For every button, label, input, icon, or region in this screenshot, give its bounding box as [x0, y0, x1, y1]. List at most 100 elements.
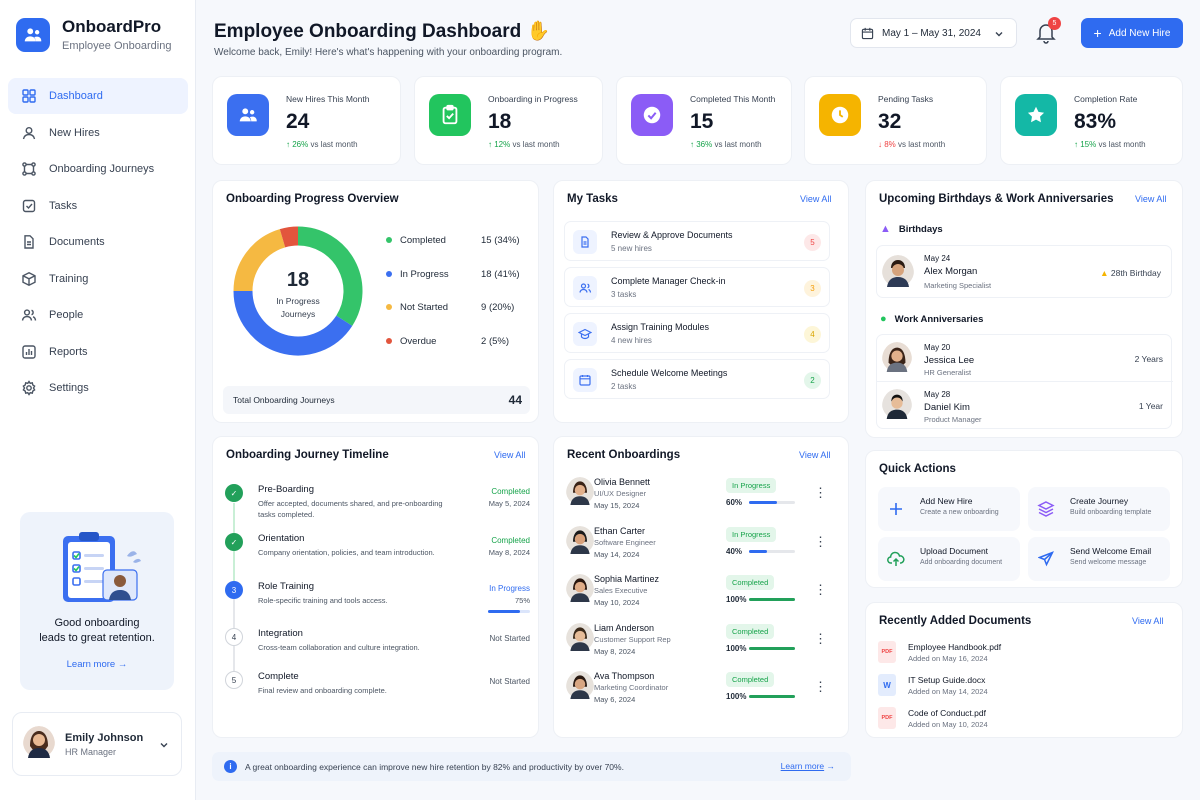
timeline-step[interactable]: 5 Complete Final review and onboarding c… [225, 671, 530, 711]
task-item[interactable]: Schedule Welcome Meetings 2 tasks 2 [564, 359, 830, 399]
quick-action-upload-document[interactable]: Upload Document Add onboarding document [878, 537, 1020, 581]
quick-action-create-journey[interactable]: Create Journey Build onboarding template [1028, 487, 1170, 531]
task-item[interactable]: Complete Manager Check-in 3 tasks 3 [564, 267, 830, 307]
task-item[interactable]: Assign Training Modules 4 new hires 4 [564, 313, 830, 353]
trend-value: 15% [1080, 140, 1097, 149]
info-learn-more-link[interactable]: Learn more → [781, 761, 835, 771]
sidebar-item-documents[interactable]: Documents [8, 224, 188, 260]
step-title: Integration [258, 628, 303, 639]
legend-count: 18 [481, 269, 492, 280]
celebrations-view-all-link[interactable]: View All [1135, 194, 1166, 204]
timeline-step[interactable]: ✓ Orientation Company orientation, polic… [225, 533, 530, 573]
timeline-step[interactable]: 3 Role Training Role-specific training a… [225, 581, 530, 621]
chevron-down-icon [995, 32, 1003, 37]
sidebar-item-dashboard[interactable]: Dashboard [8, 78, 188, 114]
total-journeys-bar: Total Onboarding Journeys 44 [223, 386, 530, 414]
sidebar-item-new-hires[interactable]: New Hires [8, 115, 188, 151]
app-logo[interactable]: OnboardPro Employee Onboarding [16, 17, 171, 52]
recent-onboarding-row[interactable]: Liam Anderson Customer Support Rep May 8, … [566, 621, 836, 669]
arrow-right-icon: → [117, 659, 128, 670]
add-new-hire-button[interactable]: + Add New Hire [1081, 18, 1183, 48]
stat-card-in-progress[interactable]: Onboarding in Progress 18 ↑ 12% vs last … [414, 76, 603, 165]
progress-overview-card: Onboarding Progress Overview 18 In Progr… [212, 180, 539, 423]
quick-action-add-new-hire[interactable]: Add New Hire Create a new onboarding [878, 487, 1020, 531]
stat-card-completed[interactable]: Completed This Month 15 ↑ 36% vs last mo… [616, 76, 792, 165]
tasks-view-all-link[interactable]: View All [800, 194, 831, 204]
avatar [566, 622, 594, 656]
recent-onboarding-row[interactable]: Sophia Martinez Sales Executive May 10, 20… [566, 572, 836, 620]
sidebar-item-label: Documents [49, 236, 105, 248]
more-options-icon[interactable]: ⋮ [814, 485, 827, 501]
chart-icon [22, 344, 36, 359]
arrow-down-icon: ↓ [878, 140, 882, 149]
card-title: My Tasks [567, 193, 618, 205]
date-range-picker[interactable]: May 1 – May 31, 2024 [850, 18, 1017, 48]
user-name: Emily Johnson [65, 731, 144, 744]
quick-action-subtitle: Create a new onboarding [920, 509, 999, 516]
timeline-step[interactable]: ✓ Pre-Boarding Offer accepted, documents… [225, 484, 530, 524]
start-date: May 10, 2024 [594, 598, 640, 607]
status-badge: Completed [726, 575, 775, 590]
user-profile-menu[interactable]: Emily Johnson HR Manager [12, 712, 182, 776]
recent-view-all-link[interactable]: View All [799, 450, 830, 460]
info-link-label: Learn more [780, 761, 825, 771]
sidebar-item-tasks[interactable]: Tasks [8, 188, 188, 224]
sidebar-item-training[interactable]: Training [8, 261, 188, 297]
anniversary-item[interactable]: May 20 Jessica Lee HR Generalist 2 Years [877, 335, 1173, 382]
more-options-icon[interactable]: ⋮ [814, 679, 827, 695]
document-item[interactable]: PDF Code of Conduct.pdf Added on May 10,… [878, 706, 1168, 736]
donut-center-label-2: Journeys [280, 309, 316, 319]
stat-trend: ↑ 12% vs last month [488, 140, 560, 149]
more-options-icon[interactable]: ⋮ [814, 582, 827, 598]
stat-card-completion-rate[interactable]: Completion Rate 83% ↑ 15% vs last month [1000, 76, 1183, 165]
progress-fill [749, 598, 795, 601]
anniversary-item[interactable]: May 28 Daniel Kim Product Manager 1 Year [877, 382, 1173, 429]
legend-pct: (5%) [488, 336, 509, 347]
card-title: Recent Onboardings [567, 449, 681, 461]
sidebar-item-reports[interactable]: Reports [8, 334, 188, 370]
document-item[interactable]: W IT Setup Guide.docx Added on May 14, 2… [878, 673, 1168, 703]
notifications-button[interactable]: 5 [1036, 17, 1061, 46]
stat-card-new-hires[interactable]: New Hires This Month 24 ↑ 26% vs last mo… [212, 76, 401, 165]
anniversaries-label: Work Anniversaries [894, 313, 984, 325]
progress-fill [749, 646, 795, 650]
timeline-view-all-link[interactable]: View All [494, 450, 525, 460]
sidebar-item-onboarding-journeys[interactable]: Onboarding Journeys [8, 151, 188, 187]
promo-link-label: Learn more [66, 659, 116, 670]
legend-dot [386, 237, 392, 243]
progress-track [749, 598, 795, 601]
timeline-step[interactable]: 4 Integration Cross-team collaboration a… [225, 628, 530, 668]
layers-icon [1034, 497, 1058, 521]
progress-fill [749, 695, 795, 698]
stat-card-pending-tasks[interactable]: Pending Tasks 32 ↓ 8% vs last month [804, 76, 987, 165]
sidebar-item-label: Training [49, 272, 89, 285]
more-options-icon[interactable]: ⋮ [814, 534, 827, 550]
birthday-item[interactable]: May 24 Alex Morgan Marketing Specialist … [876, 245, 1172, 298]
person-role: Customer Support Rep [594, 634, 671, 644]
quick-action-title: Create Journey [1070, 496, 1129, 506]
task-title: Review & Approve Documents [611, 230, 733, 240]
trend-value: 36% [696, 140, 713, 149]
document-name: Employee Handbook.pdf [908, 642, 1002, 652]
recent-onboarding-row[interactable]: Olivia Bennett UI/UX Designer May 15, 2024… [566, 475, 836, 523]
more-options-icon[interactable]: ⋮ [814, 631, 827, 647]
trend-value: 26% [292, 140, 309, 149]
status-badge: Completed [726, 672, 775, 687]
sidebar-item-people[interactable]: People [8, 297, 188, 333]
plus-icon: + [1093, 25, 1102, 41]
task-item[interactable]: Review & Approve Documents 5 new hires 5 [564, 221, 830, 261]
recent-onboarding-row[interactable]: Ethan Carter Software Engineer May 14, 202… [566, 524, 836, 572]
quick-action-send-welcome-email[interactable]: Send Welcome Email Send welcome message [1028, 537, 1170, 581]
recent-onboarding-row[interactable]: Ava Thompson Marketing Coordinator May 6, … [566, 669, 836, 717]
sidebar-item-settings[interactable]: Settings [8, 370, 188, 406]
people-icon [21, 309, 37, 321]
page-title-text: Employee Onboarding Dashboard [214, 21, 522, 42]
document-item[interactable]: PDF Employee Handbook.pdf Added on May 1… [878, 640, 1168, 670]
task-count-badge: 3 [804, 280, 821, 297]
start-date: May 6, 2024 [594, 695, 636, 704]
card-title: Onboarding Progress Overview [226, 193, 399, 205]
avatar [882, 389, 912, 424]
documents-view-all-link[interactable]: View All [1132, 616, 1163, 626]
promo-learn-more-link[interactable]: Learn more → [20, 659, 174, 670]
arrow-up-icon: ↑ [286, 140, 290, 149]
